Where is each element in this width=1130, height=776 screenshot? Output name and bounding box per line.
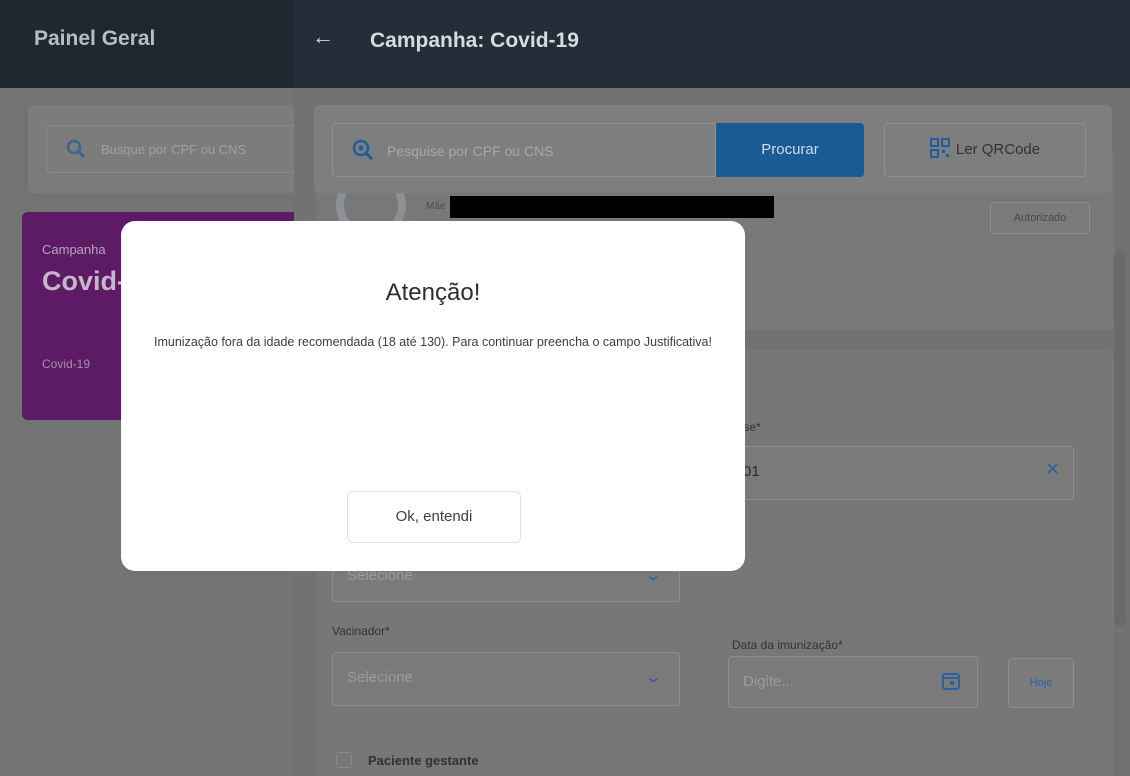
gestante-checkbox[interactable]	[336, 752, 352, 768]
campaign-card-subtitle: Covid-19	[42, 357, 91, 371]
modal-message: Imunização fora da idade recomendada (18…	[154, 335, 712, 349]
vacinador-placeholder: Selecione	[347, 669, 413, 686]
hoje-button[interactable]: Hoje	[1008, 658, 1074, 708]
status-badge: Autorizado	[990, 202, 1090, 234]
left-search-input[interactable]: Busque por CPF ou CNS	[46, 125, 316, 173]
search-icon	[65, 138, 87, 165]
drawer-title: Campanha: Covid-19	[370, 29, 579, 52]
left-search-panel: Busque por CPF ou CNS	[28, 105, 328, 193]
data-imunizacao-input[interactable]: Digite...	[728, 656, 978, 708]
procurar-button[interactable]: Procurar	[716, 123, 864, 177]
calendar-icon[interactable]	[941, 671, 961, 696]
data-placeholder: Digite...	[743, 673, 794, 690]
chevron-down-icon: ⌄	[643, 669, 663, 686]
mother-label: Mãe	[426, 201, 446, 212]
vacinador-label: Vacinador*	[332, 624, 390, 638]
redacted-name	[450, 196, 774, 218]
left-search-placeholder: Busque por CPF ou CNS	[101, 142, 247, 157]
modal-title: Atenção!	[385, 279, 481, 306]
clear-icon[interactable]: ✕	[1045, 459, 1060, 480]
dose-field[interactable]: 01 ✕	[728, 446, 1074, 500]
search-input[interactable]: Pesquise por CPF ou CNS	[332, 123, 716, 177]
painel-geral-title: Painel Geral	[34, 27, 156, 50]
search-icon	[351, 138, 375, 167]
ok-entendi-button[interactable]: Ok, entendi	[347, 491, 521, 543]
ler-qrcode-button[interactable]: Ler QRCode	[884, 123, 1086, 177]
gestante-label: Paciente gestante	[368, 753, 479, 768]
search-panel: Pesquise por CPF ou CNS Procurar Ler QRC…	[314, 105, 1112, 193]
vacinador-select[interactable]: Selecione ⌄	[332, 652, 680, 706]
search-placeholder: Pesquise por CPF ou CNS	[387, 143, 554, 159]
campaign-card-label: Campanha	[42, 242, 106, 257]
back-arrow-icon[interactable]: ←	[312, 24, 334, 50]
qrcode-icon	[929, 128, 950, 158]
dose-value: 01	[743, 463, 760, 480]
ler-qrcode-label: Ler QRCode	[955, 141, 1041, 158]
drawer-header: ← Campanha: Covid-19	[294, 0, 1130, 88]
data-imunizacao-label: Data da imunização*	[732, 638, 843, 652]
scrollbar[interactable]	[1114, 250, 1126, 626]
attention-modal: Atenção! Imunização fora da idade recome…	[121, 221, 745, 571]
